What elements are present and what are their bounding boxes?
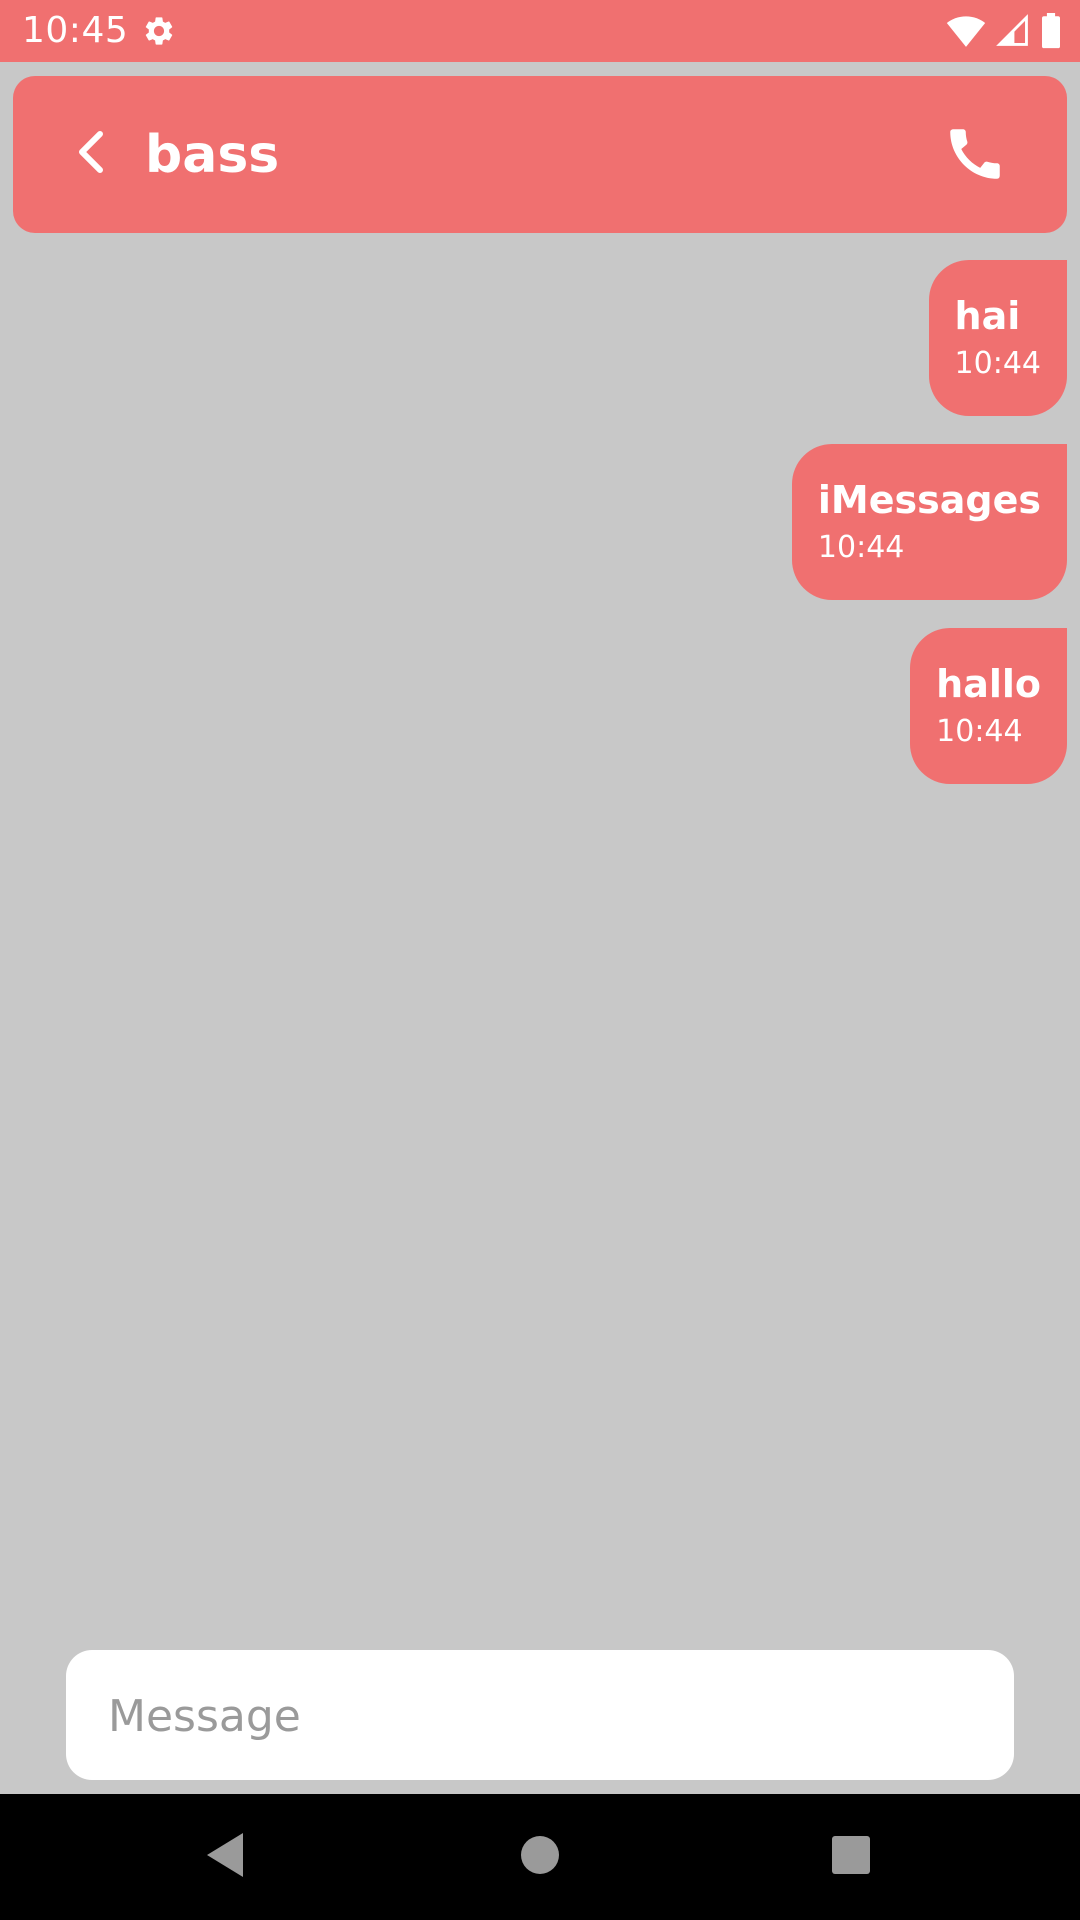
phone-icon: [942, 121, 1008, 191]
battery-icon: [1040, 13, 1062, 49]
message-bubble[interactable]: iMessages 10:44: [791, 444, 1067, 600]
status-bar: 10:45: [0, 0, 1080, 62]
message-bubble[interactable]: hallo 10:44: [910, 628, 1067, 784]
call-button[interactable]: [935, 116, 1015, 196]
chat-screen: 10:45 bass hai 10:44 iMessages 10:44 hal…: [0, 0, 1080, 1920]
contact-name: bass: [145, 125, 280, 185]
message-time: 10:44: [954, 346, 1041, 381]
settings-gear-icon: [142, 14, 176, 48]
chat-header: bass: [13, 76, 1067, 233]
chevron-left-icon: [76, 130, 106, 178]
cell-signal-icon: [996, 14, 1030, 48]
message-bubble[interactable]: hai 10:44: [928, 260, 1067, 416]
message-text: hai: [954, 294, 1021, 338]
message-composer: [66, 1650, 1014, 1782]
status-time: 10:45: [22, 10, 129, 51]
message-time: 10:44: [936, 714, 1023, 749]
message-text: iMessages: [817, 478, 1041, 522]
system-nav-bar: [0, 1794, 1080, 1920]
home-circle-icon: [520, 1835, 560, 1879]
nav-home-button[interactable]: [507, 1824, 573, 1890]
message-time: 10:44: [817, 530, 905, 565]
wifi-icon: [946, 14, 986, 48]
back-button[interactable]: [59, 116, 123, 192]
nav-recents-button[interactable]: [818, 1824, 884, 1890]
message-text: hallo: [936, 662, 1041, 706]
back-triangle-icon: [203, 1831, 247, 1883]
status-icons: [946, 12, 1062, 50]
nav-back-button[interactable]: [192, 1824, 258, 1890]
recents-square-icon: [831, 1835, 871, 1879]
message-input[interactable]: [106, 1650, 970, 1782]
